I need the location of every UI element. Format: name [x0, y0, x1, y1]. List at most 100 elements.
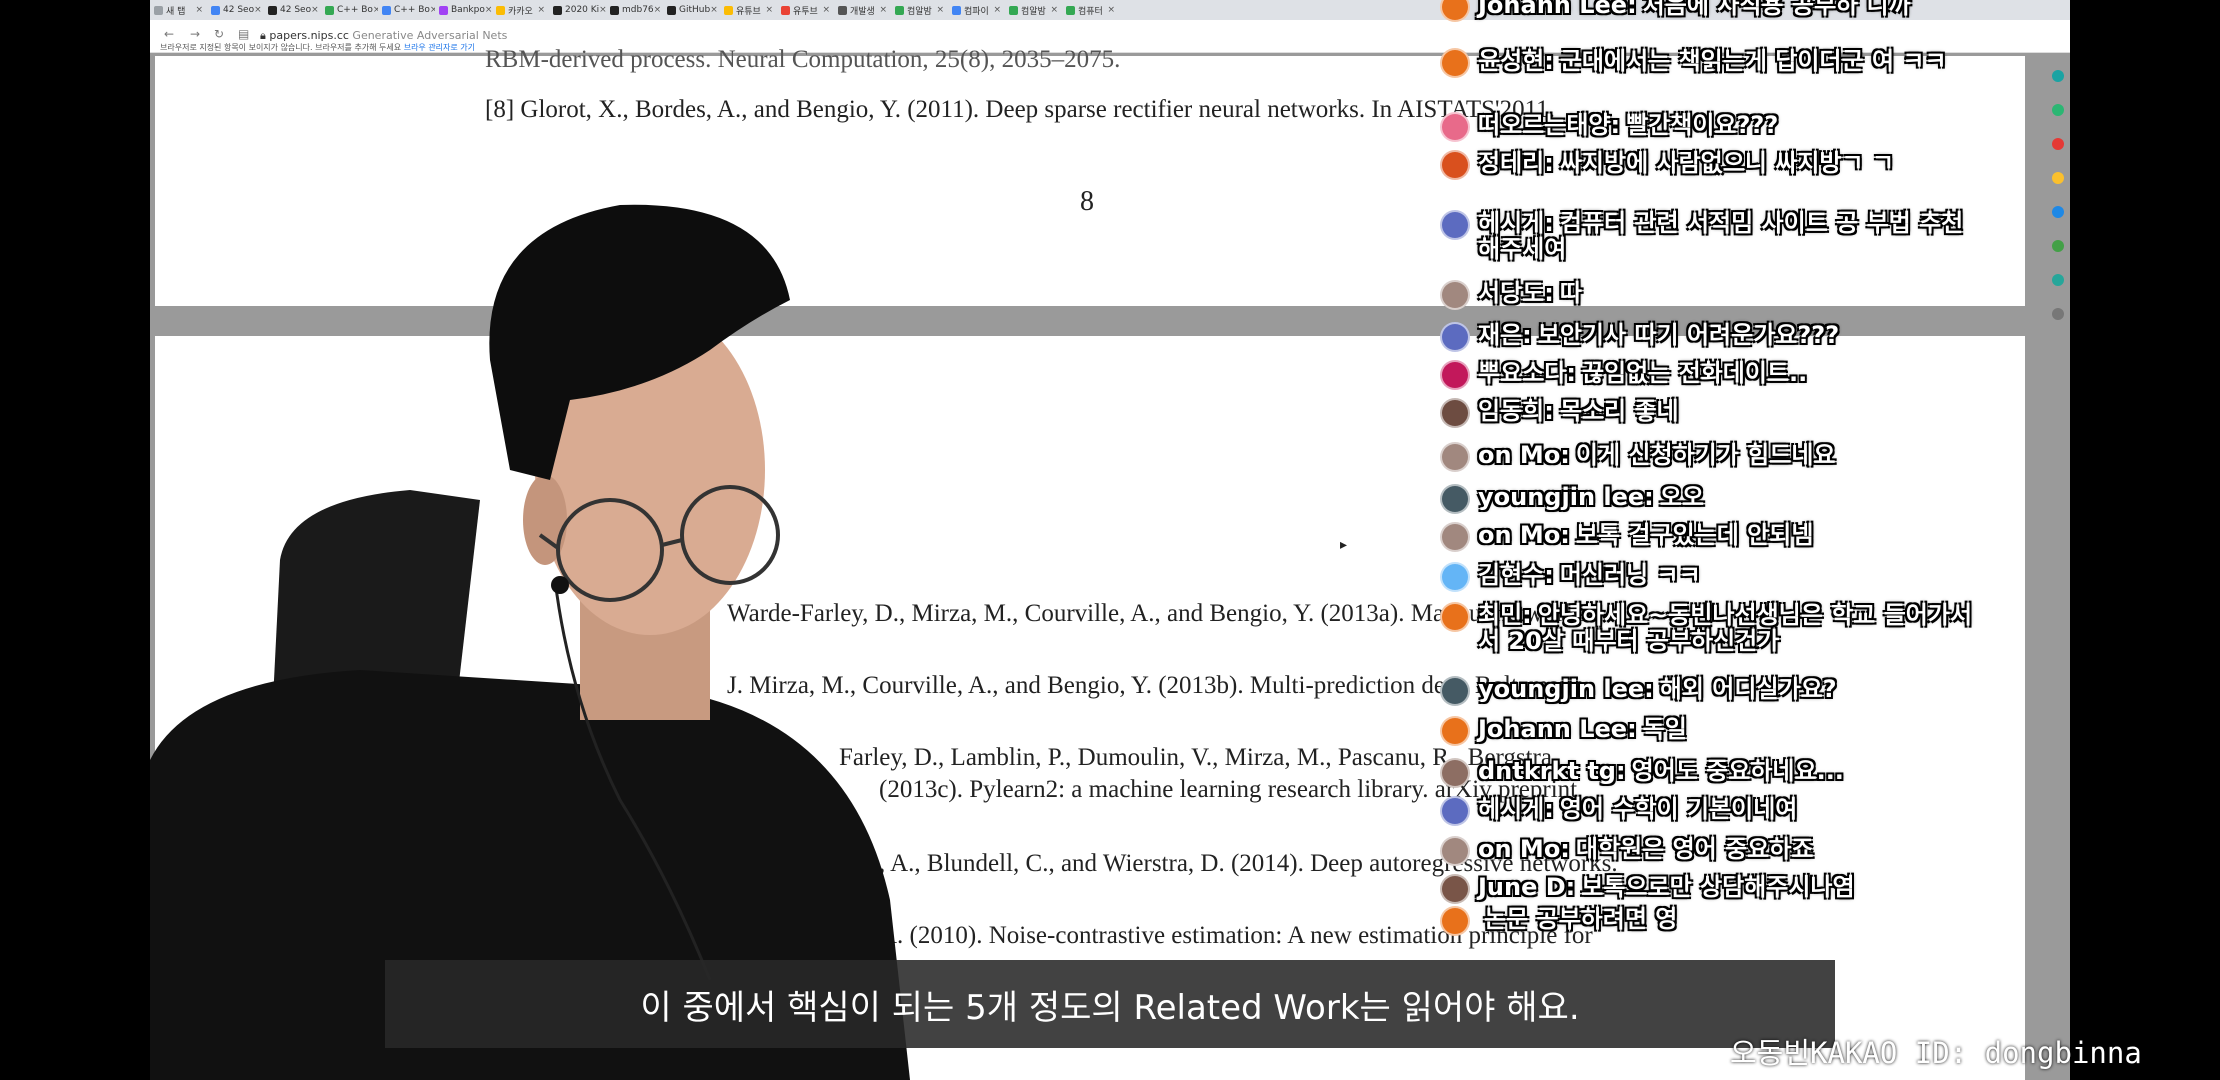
reload-icon[interactable]: ↻ — [214, 27, 224, 41]
chat-message: June D: 보톡으로만 상담해주시나염 — [1440, 874, 1985, 904]
tab-favicon-icon — [553, 5, 562, 15]
tab-favicon-icon — [952, 5, 961, 15]
tab-favicon-icon — [667, 5, 676, 15]
chat-message: on Mo: 대학원은 영어 중요하죠 — [1440, 836, 1985, 866]
close-tab-icon[interactable]: × — [654, 5, 662, 15]
browser-tab[interactable]: 유투브 × — [777, 0, 834, 20]
close-tab-icon[interactable]: × — [822, 5, 830, 15]
browser-tab[interactable]: Bankpo × — [435, 0, 492, 20]
browser-tab[interactable]: mdb76 × — [606, 0, 663, 20]
tab-label: mdb76 — [622, 5, 654, 15]
browser-tab[interactable]: 2020 Ki × — [549, 0, 606, 20]
side-app-icon[interactable] — [2052, 104, 2064, 116]
subtitle-caption: 이 중에서 핵심이 되는 5개 정도의 Related Work는 읽어야 해요… — [385, 960, 1835, 1048]
close-tab-icon[interactable]: × — [993, 5, 1001, 15]
browser-tab[interactable]: 개발생 × — [834, 0, 891, 20]
left-letterbox — [0, 0, 150, 1080]
url-field[interactable]: 🔒︎ papers.nips.cc Generative Adversarial… — [260, 29, 507, 43]
chat-message-body: on Mo: 이게 신청하기가 힘드네요 — [1478, 442, 1836, 468]
avatar — [1440, 796, 1470, 826]
chat-text: 목소리 좋네 — [1559, 397, 1679, 425]
side-app-icon[interactable] — [2052, 172, 2064, 184]
chat-author: 최민: — [1478, 601, 1532, 629]
chat-message-body: youngjin lee: 해외 어디실가요? — [1478, 676, 1837, 702]
browser-tab[interactable]: 컴알밤 × — [891, 0, 948, 20]
back-icon[interactable]: ← — [164, 27, 174, 41]
browser-tab[interactable]: 새 탭 × — [150, 0, 207, 20]
browser-tab[interactable]: C++ Bo × — [321, 0, 378, 20]
close-tab-icon[interactable]: × — [195, 5, 203, 15]
chat-author: 헤시게: — [1478, 209, 1554, 237]
chat-author: 김현수: — [1478, 561, 1554, 589]
tab-favicon-icon — [724, 5, 733, 15]
chat-message-body: on Mo: 대학원은 영어 중요하죠 — [1478, 836, 1813, 862]
url-page-title: Generative Adversarial Nets — [352, 29, 508, 42]
browser-tab[interactable]: 컴파이 × — [948, 0, 1005, 20]
chat-text: 끊임없는 전화데이트.. — [1581, 359, 1808, 387]
chat-author: Johann Lee: — [1478, 715, 1637, 743]
reference-8: [8] Glorot, X., Bordes, A., and Bengio, … — [485, 96, 1555, 123]
tab-label: C++ Bo — [337, 5, 373, 15]
close-tab-icon[interactable]: × — [537, 5, 545, 15]
close-tab-icon[interactable]: × — [254, 5, 262, 15]
chat-author: on Mo: — [1478, 521, 1570, 549]
chat-message: 재은: 보안기사 따기 어려운가요??? — [1440, 322, 1985, 352]
side-app-icon[interactable] — [2052, 206, 2064, 218]
info-bar-text: 브라우저로 지정된 항목이 보이지가 않습니다. 브라우저를 추가해 두세요 — [160, 43, 402, 52]
chat-message: on Mo: 보톡 걸구있는데 안되넴 — [1440, 522, 1985, 552]
side-app-icon[interactable] — [2052, 274, 2064, 286]
close-tab-icon[interactable]: × — [765, 5, 773, 15]
browser-tab[interactable]: 유튜브 × — [720, 0, 777, 20]
close-tab-icon[interactable]: × — [879, 5, 887, 15]
side-app-icon[interactable] — [2052, 308, 2064, 320]
chat-message-body: Johann Lee: 처음에 사직용 공부하 니까 — [1478, 0, 1911, 18]
close-tab-icon[interactable]: × — [599, 5, 606, 15]
avatar — [1440, 280, 1470, 310]
browser-tab[interactable]: 컴퓨터 × — [1062, 0, 1119, 20]
chat-message-body: youngjin lee: 오오 — [1478, 484, 1704, 510]
chat-text: 보톡 걸구있는데 안되넴 — [1575, 521, 1814, 549]
avatar — [1440, 360, 1470, 390]
chat-message-body: 뿌요소다: 끊임없는 전화데이트.. — [1478, 360, 1807, 386]
chat-message-body: 윤성현: 군대에서는 책읽는게 답이더군 여 ㅋㅋ — [1478, 48, 1947, 74]
chat-author: on Mo: — [1478, 441, 1570, 469]
tab-favicon-icon — [1066, 5, 1075, 15]
browser-tab[interactable]: GitHub × — [663, 0, 720, 20]
chat-text: 영어도 중요하네요... — [1631, 757, 1844, 785]
chat-author: 떠오르는태양: — [1478, 111, 1621, 139]
browser-tab[interactable]: C++ Bo × — [378, 0, 435, 20]
tab-favicon-icon — [325, 5, 334, 15]
close-tab-icon[interactable]: × — [485, 5, 492, 15]
chat-text: 빨간책이요??? — [1626, 111, 1779, 139]
tab-favicon-icon — [154, 5, 163, 15]
chat-message-body: 헤시게: 영어 수학이 기본이네여 — [1478, 796, 1797, 822]
browser-tab[interactable]: 카카오 × — [492, 0, 549, 20]
chat-text: 따 — [1559, 279, 1582, 307]
side-app-icon[interactable] — [2052, 70, 2064, 82]
close-tab-icon[interactable]: × — [311, 5, 319, 15]
chat-message-body: 재은: 보안기사 따기 어려운가요??? — [1478, 322, 1839, 348]
forward-icon[interactable]: → — [190, 27, 200, 41]
close-tab-icon[interactable]: × — [1107, 5, 1115, 15]
avatar — [1440, 150, 1470, 180]
tab-label: 컴알밤 — [1021, 6, 1046, 17]
browser-tab[interactable]: 42 Seo × — [207, 0, 264, 20]
tab-label: 개발생 — [850, 6, 875, 17]
chat-message: 임동희: 목소리 좋네 — [1440, 398, 1985, 428]
tab-favicon-icon — [1009, 5, 1018, 15]
tab-favicon-icon — [268, 5, 277, 15]
close-tab-icon[interactable]: × — [1050, 5, 1058, 15]
browser-tab[interactable]: 42 Seo × — [264, 0, 321, 20]
chat-author: dntkrkt tg: — [1478, 757, 1626, 785]
chat-message-body: 떠오르는태양: 빨간책이요??? — [1478, 112, 1778, 138]
browser-tab[interactable]: 컴알밤 × — [1005, 0, 1062, 20]
side-app-icon[interactable] — [2052, 240, 2064, 252]
chat-message: Johann Lee: 처음에 사직용 공부하 니까 — [1440, 0, 1985, 22]
close-tab-icon[interactable]: × — [710, 5, 718, 15]
bookmarks-icon[interactable]: ▤ — [238, 27, 249, 41]
close-tab-icon[interactable]: × — [936, 5, 944, 15]
side-app-icon[interactable] — [2052, 138, 2064, 150]
chat-text: 논문 공부하려면 영 — [1484, 905, 1678, 933]
info-bar-link[interactable]: 브라우 관리자로 가기 — [404, 43, 475, 52]
tab-label: 42 Seo — [223, 5, 255, 15]
